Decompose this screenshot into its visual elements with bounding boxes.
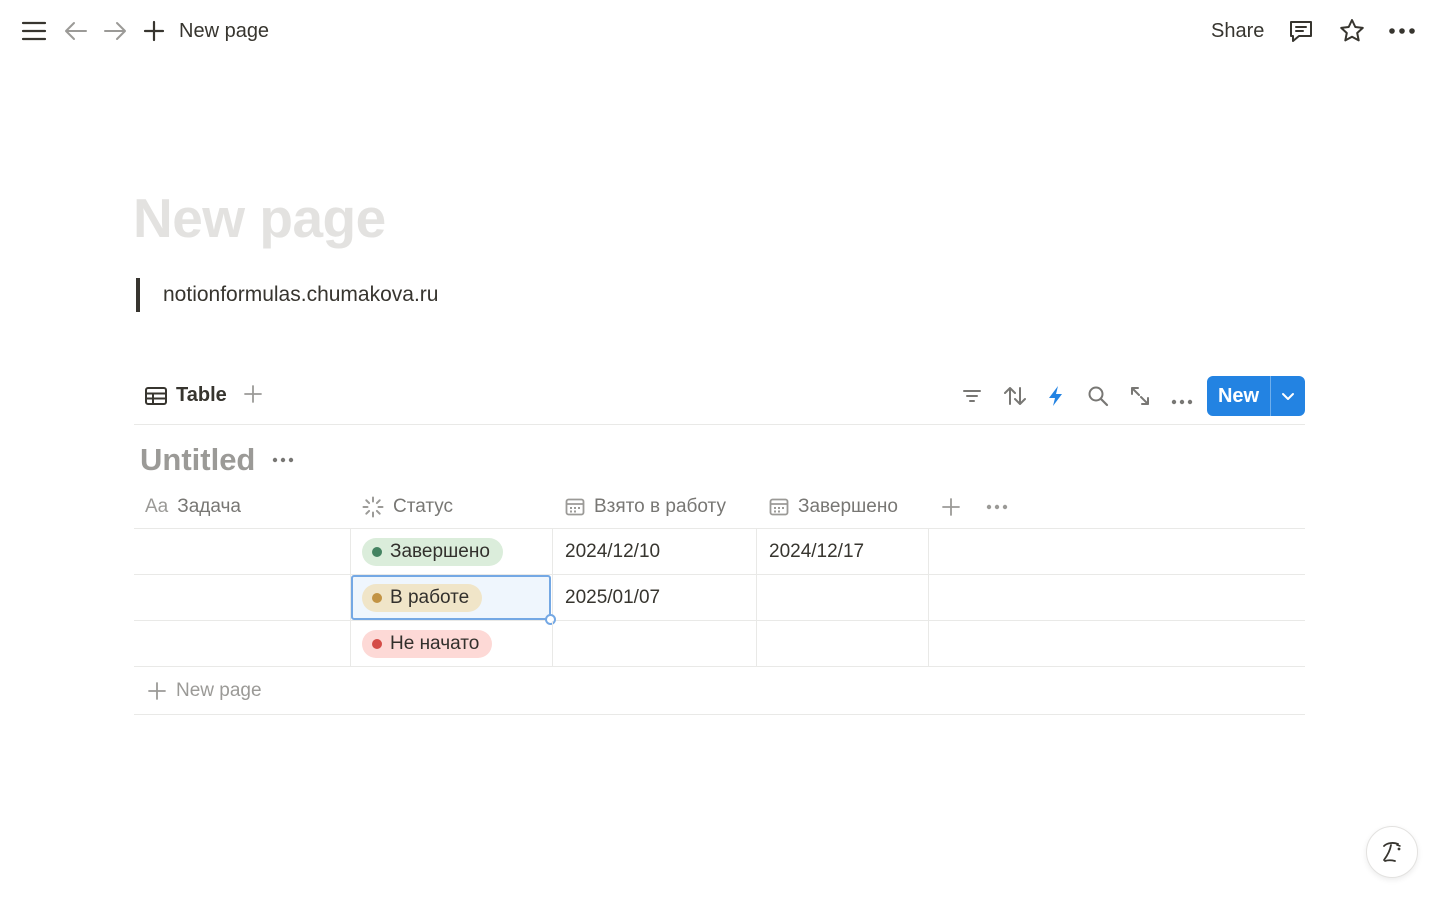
table-view-label: Table: [176, 384, 227, 406]
status-cell[interactable]: Завершено: [362, 529, 503, 574]
task-cell[interactable]: [145, 621, 345, 666]
table-row[interactable]: В работе 2025/01/07: [134, 575, 1305, 625]
automation-lightning-icon[interactable]: [1046, 385, 1066, 412]
column-divider: [928, 621, 929, 667]
more-options-icon[interactable]: [1387, 20, 1417, 42]
plus-icon: [148, 681, 166, 700]
status-label: В работе: [390, 586, 470, 608]
properties-more-icon[interactable]: [986, 484, 1008, 529]
comments-icon[interactable]: [1287, 17, 1315, 45]
new-record-button-group: New: [1207, 376, 1305, 416]
column-divider: [756, 621, 757, 667]
new-template-dropdown[interactable]: [1271, 376, 1305, 416]
column-divider: [756, 529, 757, 575]
column-divider: [350, 529, 351, 575]
help-assistant-button[interactable]: [1366, 826, 1418, 878]
back-arrow-icon[interactable]: [63, 20, 89, 42]
column-divider: [350, 621, 351, 667]
task-cell[interactable]: [145, 529, 345, 574]
column-divider: [756, 575, 757, 621]
status-label: Завершено: [390, 540, 490, 562]
assistant-face-icon: [1383, 842, 1401, 862]
started-date-cell[interactable]: 2025/01/07: [565, 575, 660, 620]
table-row[interactable]: Не начато: [134, 621, 1305, 667]
finished-date-cell[interactable]: 2024/12/17: [769, 529, 864, 574]
database-table: Aa Задача Статус Взято в работу Завершен…: [134, 484, 1305, 715]
search-icon[interactable]: [1087, 385, 1109, 412]
status-badge: Не начато: [362, 629, 493, 658]
database-title[interactable]: Untitled: [140, 440, 255, 480]
calendar-icon: [565, 498, 585, 515]
status-cell[interactable]: Не начато: [362, 621, 493, 666]
column-label: Задача: [177, 495, 241, 517]
filter-icon[interactable]: [961, 385, 983, 412]
column-divider: [552, 621, 553, 667]
status-badge: Завершено: [362, 537, 503, 566]
page-title[interactable]: New page: [133, 186, 386, 250]
title-icon: Aa: [145, 495, 169, 517]
column-header-finished[interactable]: Завершено: [769, 484, 898, 529]
add-view-icon[interactable]: [242, 383, 264, 410]
column-divider: [552, 529, 553, 575]
database-more-icon[interactable]: [271, 450, 295, 475]
new-record-button[interactable]: New: [1207, 376, 1270, 416]
column-header-status[interactable]: Статус: [362, 484, 453, 529]
status-badge: В работе: [362, 583, 483, 612]
add-new-page-row[interactable]: New page: [134, 667, 1305, 715]
column-divider: [928, 529, 929, 575]
status-dot: [372, 592, 382, 603]
favorite-star-icon[interactable]: [1338, 17, 1366, 45]
tab-table-view[interactable]: Table: [145, 384, 227, 407]
new-page-label: New page: [176, 679, 262, 701]
status-dot: [372, 546, 382, 557]
column-header-task[interactable]: Aa Задача: [145, 484, 241, 529]
status-icon: [362, 496, 384, 517]
sort-icon[interactable]: [1003, 385, 1027, 412]
task-cell[interactable]: [145, 575, 345, 620]
column-label: Взято в работу: [594, 495, 726, 517]
add-property-icon[interactable]: [941, 484, 961, 529]
breadcrumb-page-title[interactable]: New page: [179, 19, 269, 43]
status-dot: [372, 638, 382, 649]
started-date-cell[interactable]: 2024/12/10: [565, 529, 660, 574]
quote-block[interactable]: notionformulas.chumakova.ru: [136, 278, 438, 312]
view-more-icon[interactable]: [1171, 392, 1193, 410]
table-icon: [145, 386, 167, 405]
forward-arrow-icon[interactable]: [102, 20, 128, 42]
status-label: Не начато: [390, 632, 480, 654]
column-label: Завершено: [798, 495, 898, 517]
share-button[interactable]: Share: [1211, 19, 1264, 43]
table-row[interactable]: Завершено 2024/12/10 2024/12/17: [134, 529, 1305, 575]
status-cell[interactable]: В работе: [362, 575, 483, 620]
column-divider: [928, 575, 929, 621]
topbar: New page Share: [0, 0, 1440, 62]
add-page-icon[interactable]: [142, 19, 166, 43]
sidebar-menu-icon[interactable]: [20, 18, 48, 44]
chevron-down-icon: [1282, 393, 1294, 400]
expand-icon[interactable]: [1129, 385, 1151, 412]
database-view-bar: Table New: [134, 374, 1305, 425]
calendar-icon: [769, 498, 789, 515]
table-header: Aa Задача Статус Взято в работу Завершен…: [134, 484, 1305, 529]
quote-text: notionformulas.chumakova.ru: [163, 283, 439, 306]
column-header-started[interactable]: Взято в работу: [565, 484, 726, 529]
column-label: Статус: [393, 495, 454, 517]
